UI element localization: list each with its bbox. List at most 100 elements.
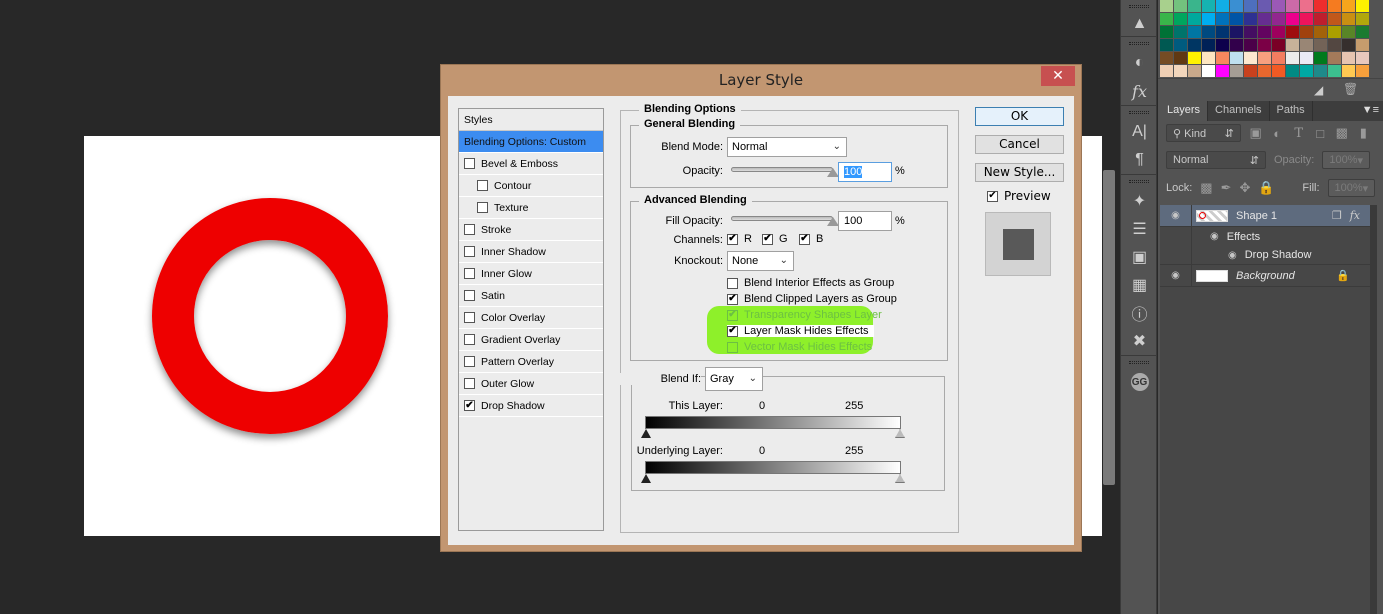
color-swatch[interactable] xyxy=(1300,0,1313,12)
checkbox[interactable]: ✔ xyxy=(727,325,738,337)
checkbox[interactable] xyxy=(464,312,475,323)
visibility-eye-icon[interactable]: ◉ xyxy=(1160,265,1192,286)
style-item[interactable]: Inner Shadow xyxy=(459,241,603,263)
color-swatch[interactable] xyxy=(1160,13,1173,25)
checkbox[interactable]: ✔ xyxy=(727,233,738,245)
style-item[interactable]: Inner Glow xyxy=(459,263,603,285)
color-swatch[interactable] xyxy=(1188,26,1201,38)
color-swatch[interactable] xyxy=(1230,39,1243,51)
color-swatch[interactable] xyxy=(1286,0,1299,12)
style-item[interactable]: Color Overlay xyxy=(459,307,603,329)
color-swatch[interactable] xyxy=(1342,65,1355,77)
vertical-scrollbar[interactable] xyxy=(1103,170,1115,485)
color-swatch[interactable] xyxy=(1244,26,1257,38)
color-swatch[interactable] xyxy=(1286,26,1299,38)
color-swatch[interactable] xyxy=(1202,13,1215,25)
advanced-option-checkbox[interactable]: ✔ Layer Mask Hides Effects xyxy=(727,325,874,337)
style-item[interactable]: Bevel & Emboss xyxy=(459,153,603,175)
preview-checkbox[interactable]: ✔ Preview xyxy=(987,189,1051,203)
checkbox[interactable]: ✔ xyxy=(987,190,998,202)
color-swatch[interactable] xyxy=(1244,13,1257,25)
color-swatch[interactable] xyxy=(1230,65,1243,77)
color-swatch[interactable] xyxy=(1328,39,1341,51)
checkbox[interactable] xyxy=(464,378,475,389)
color-swatch[interactable] xyxy=(1160,0,1173,12)
color-swatch[interactable] xyxy=(1300,52,1313,64)
filter-adjustment-icon[interactable]: ◐ xyxy=(1270,126,1284,141)
color-swatch[interactable] xyxy=(1230,13,1243,25)
filter-shape-icon[interactable]: □ xyxy=(1313,126,1327,141)
brush-icon[interactable]: ☰ xyxy=(1121,215,1158,243)
info-icon[interactable]: ⓘ xyxy=(1121,299,1158,327)
color-swatch[interactable] xyxy=(1328,65,1341,77)
color-swatch[interactable] xyxy=(1188,13,1201,25)
tools-icon[interactable]: ✖ xyxy=(1121,327,1158,355)
filter-smart-object-icon[interactable]: ▩ xyxy=(1335,125,1349,141)
color-swatch[interactable] xyxy=(1272,26,1285,38)
style-item[interactable]: Gradient Overlay xyxy=(459,329,603,351)
trash-icon[interactable]: 🗑 xyxy=(1343,82,1358,96)
3d-icon[interactable]: ▦ xyxy=(1121,271,1158,299)
color-swatch[interactable] xyxy=(1160,26,1173,38)
color-swatch[interactable] xyxy=(1314,0,1327,12)
channel-b-checkbox[interactable]: ✔ B xyxy=(799,233,823,245)
checkbox[interactable] xyxy=(464,224,475,235)
checkbox[interactable] xyxy=(477,202,488,213)
color-swatch[interactable] xyxy=(1188,52,1201,64)
panel-menu-icon[interactable]: ▼≡ xyxy=(1362,104,1379,116)
color-swatch[interactable] xyxy=(1230,26,1243,38)
color-swatch[interactable] xyxy=(1272,65,1285,77)
fill-opacity-slider-track[interactable] xyxy=(731,216,833,221)
opacity-slider-track[interactable] xyxy=(731,167,833,172)
color-swatch[interactable] xyxy=(1216,26,1229,38)
brush-presets-icon[interactable]: ✦ xyxy=(1121,187,1158,215)
color-swatch[interactable] xyxy=(1244,39,1257,51)
layer-effects-row[interactable]: ◉ Effects xyxy=(1160,227,1370,246)
color-swatch[interactable] xyxy=(1202,39,1215,51)
styles-fx-icon[interactable]: fx xyxy=(1121,77,1158,105)
lock-position-icon[interactable]: ✥ xyxy=(1240,180,1251,196)
paragraph-icon[interactable]: ¶ xyxy=(1121,146,1158,174)
checkbox[interactable] xyxy=(464,356,475,367)
color-swatch[interactable] xyxy=(1314,52,1327,64)
color-swatch[interactable] xyxy=(1216,65,1229,77)
color-swatch[interactable] xyxy=(1300,39,1313,51)
histogram-icon[interactable]: ▲ xyxy=(1121,12,1158,36)
color-swatch[interactable] xyxy=(1174,0,1187,12)
color-swatch[interactable] xyxy=(1216,39,1229,51)
checkbox[interactable]: ✔ xyxy=(464,400,475,411)
gg-plugin-icon[interactable]: GG xyxy=(1121,368,1158,396)
filter-toggle-icon[interactable]: ▮ xyxy=(1357,125,1371,141)
style-item[interactable]: Outer Glow xyxy=(459,373,603,395)
color-swatch[interactable] xyxy=(1286,52,1299,64)
color-swatch[interactable] xyxy=(1328,26,1341,38)
color-swatch[interactable] xyxy=(1342,52,1355,64)
layers-scrollbar[interactable] xyxy=(1370,205,1377,614)
color-swatch[interactable] xyxy=(1314,39,1327,51)
visibility-eye-icon[interactable]: ◉ xyxy=(1160,205,1192,226)
color-swatch[interactable] xyxy=(1160,65,1173,77)
checkbox[interactable] xyxy=(477,180,488,191)
style-item[interactable]: Blending Options: Custom xyxy=(459,131,603,153)
filter-kind-select[interactable]: ⚲ Kind ⇵ xyxy=(1166,124,1241,142)
style-item[interactable]: ✔ Drop Shadow xyxy=(459,395,603,417)
color-swatch[interactable] xyxy=(1342,39,1355,51)
style-item[interactable]: Texture xyxy=(459,197,603,219)
color-swatch[interactable] xyxy=(1202,0,1215,12)
fx-icon[interactable]: fx xyxy=(1350,209,1360,222)
adjustments-icon[interactable]: ◐ xyxy=(1121,49,1158,77)
color-swatch[interactable] xyxy=(1272,13,1285,25)
checkbox[interactable] xyxy=(464,158,475,169)
color-swatch[interactable] xyxy=(1230,52,1243,64)
advanced-option-checkbox[interactable]: Blend Interior Effects as Group xyxy=(727,277,894,289)
color-swatch[interactable] xyxy=(1342,26,1355,38)
color-swatch[interactable] xyxy=(1202,26,1215,38)
checkbox[interactable]: ✔ xyxy=(762,233,773,245)
checkbox[interactable] xyxy=(464,246,475,257)
lock-image-icon[interactable]: ✒ xyxy=(1221,180,1232,196)
color-swatch[interactable] xyxy=(1174,26,1187,38)
checkbox[interactable] xyxy=(464,334,475,345)
color-swatch[interactable] xyxy=(1188,65,1201,77)
color-swatch[interactable] xyxy=(1356,26,1369,38)
style-item[interactable]: Stroke xyxy=(459,219,603,241)
